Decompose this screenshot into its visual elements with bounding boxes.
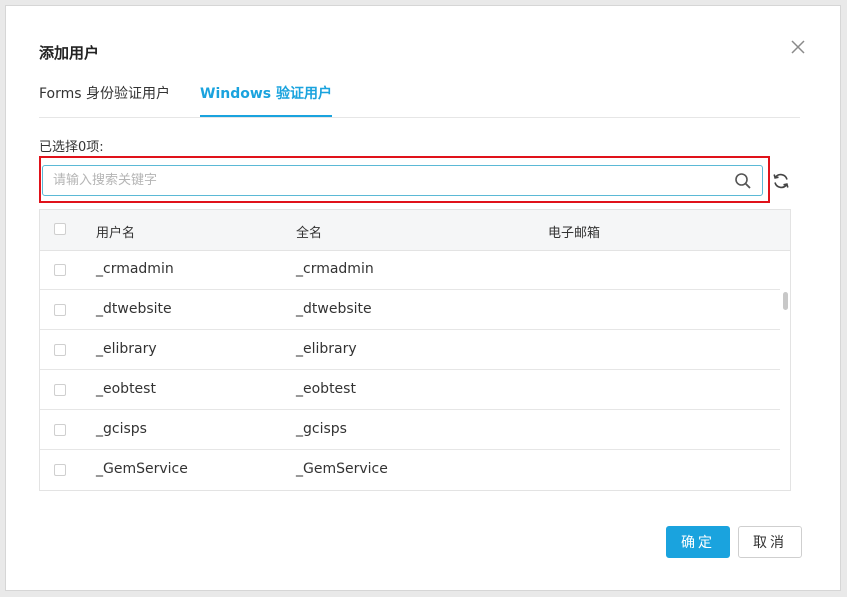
column-header-email[interactable]: 电子邮箱 bbox=[548, 222, 600, 241]
column-header-fullname[interactable]: 全名 bbox=[296, 222, 322, 241]
cell-username: _crmadmin bbox=[96, 261, 174, 277]
add-user-dialog: 添加用户 Forms 身份验证用户 Windows 验证用户 已选择0项: 用户… bbox=[5, 5, 841, 591]
row-checkbox[interactable] bbox=[54, 304, 66, 316]
dialog-title: 添加用户 bbox=[39, 44, 100, 62]
row-checkbox[interactable] bbox=[54, 384, 66, 396]
close-icon[interactable] bbox=[789, 38, 807, 56]
confirm-button[interactable]: 确定 bbox=[666, 526, 730, 558]
scrollbar-thumb[interactable] bbox=[783, 292, 788, 310]
cell-fullname: _eobtest bbox=[296, 381, 356, 397]
tab-windows-users[interactable]: Windows 验证用户 bbox=[200, 84, 332, 117]
table-row[interactable]: _crmadmin _crmadmin bbox=[40, 250, 780, 290]
select-all-checkbox[interactable] bbox=[54, 223, 66, 235]
refresh-icon[interactable] bbox=[772, 172, 790, 190]
cell-username: _elibrary bbox=[96, 341, 157, 357]
user-table: 用户名 全名 电子邮箱 _crmadmin _crmadmin _dtwebsi… bbox=[39, 209, 791, 491]
search-input[interactable] bbox=[53, 166, 723, 195]
tab-bar: Forms 身份验证用户 Windows 验证用户 bbox=[39, 84, 800, 118]
cell-fullname: _dtwebsite bbox=[296, 301, 372, 317]
cell-fullname: _gcisps bbox=[296, 421, 347, 437]
table-row[interactable]: _GemService _GemService bbox=[40, 450, 780, 490]
tab-forms-users[interactable]: Forms 身份验证用户 bbox=[39, 84, 170, 117]
cell-username: _gcisps bbox=[96, 421, 147, 437]
cell-fullname: _GemService bbox=[296, 461, 388, 477]
table-scrollbar[interactable] bbox=[780, 250, 790, 490]
cell-username: _dtwebsite bbox=[96, 301, 172, 317]
cell-fullname: _crmadmin bbox=[296, 261, 374, 277]
table-row[interactable]: _gcisps _gcisps bbox=[40, 410, 780, 450]
row-checkbox[interactable] bbox=[54, 264, 66, 276]
row-checkbox[interactable] bbox=[54, 464, 66, 476]
search-icon[interactable] bbox=[734, 172, 752, 190]
column-header-username[interactable]: 用户名 bbox=[96, 222, 135, 241]
cell-username: _GemService bbox=[96, 461, 188, 477]
table-row[interactable]: _dtwebsite _dtwebsite bbox=[40, 290, 780, 330]
row-checkbox[interactable] bbox=[54, 424, 66, 436]
row-checkbox[interactable] bbox=[54, 344, 66, 356]
cancel-button[interactable]: 取消 bbox=[738, 526, 802, 558]
table-row[interactable]: _elibrary _elibrary bbox=[40, 330, 780, 370]
search-field bbox=[42, 165, 763, 196]
selected-count-label: 已选择0项: bbox=[39, 140, 104, 155]
cell-fullname: _elibrary bbox=[296, 341, 357, 357]
cell-username: _eobtest bbox=[96, 381, 156, 397]
table-header: 用户名 全名 电子邮箱 bbox=[40, 210, 790, 251]
table-row[interactable]: _eobtest _eobtest bbox=[40, 370, 780, 410]
